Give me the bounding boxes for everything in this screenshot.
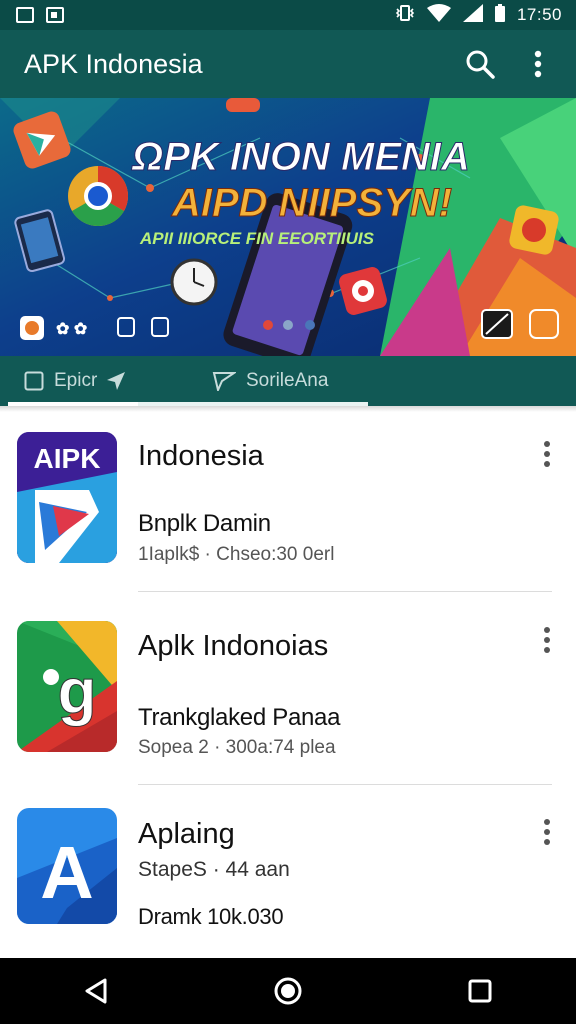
screenshot-icon [46,7,64,23]
carousel-dot-active[interactable] [263,320,273,330]
banner-artwork: ✿ ✿ ΩPK INON MENIA AIPD NIIPSYN! APII ΙΙ… [0,98,576,356]
app-title: Aplk Indonoias [138,630,329,662]
send-icon [107,372,126,390]
more-vert-icon [534,50,542,78]
app-subtitle: StapeS · 44 aan [138,858,290,881]
app-subtitle: Trankglaked Panaa [138,704,341,731]
recents-button[interactable] [450,961,510,1021]
app-meta: Sopea 2 · 300a:74 plea [138,737,336,758]
app-meta: 1Iaplk$ · Chseo:30 0erl [138,544,335,565]
flag-icon [212,372,236,391]
tab-bar: Epicr SorileAna [0,356,576,406]
more-options-button[interactable] [532,812,562,852]
recents-icon [468,979,492,1003]
status-bar: 17:50 [0,0,576,30]
notification-icon [16,7,34,23]
wifi-icon [426,3,451,27]
more-options-button[interactable] [532,434,562,474]
status-time: 17:50 [516,5,562,24]
divider [138,784,552,785]
tab-sorileana[interactable]: SorileAna [212,356,328,406]
app-meta: Dramk 10k.030 [138,904,284,929]
search-button[interactable] [458,42,502,86]
search-icon [466,50,495,79]
carousel-dot[interactable] [305,320,315,330]
home-button[interactable] [258,961,318,1021]
checkbox-icon [24,371,44,391]
banner-tagline: APII ΙΙΙORCE FIN EEORTIIUIS [139,229,375,248]
divider [138,591,552,592]
signal-icon [462,3,483,27]
app-subtitle: Bnplk Damin [138,510,271,537]
svg-text:✿ ✿: ✿ ✿ [56,321,87,338]
icon-text: A [40,831,93,914]
app-icon-apk: AIPK [17,432,117,563]
tab-epicr[interactable]: Epicr [24,356,126,406]
more-options-button[interactable] [532,620,562,660]
banner-headline-2: AIPD NIIPSYN! [171,181,452,225]
back-button[interactable] [66,961,126,1021]
app-title: Indonesia [138,440,264,472]
icon-text: AIPK [34,443,101,474]
battery-icon [494,3,505,27]
banner-headline-1: ΩPK INON MENIA [131,135,470,179]
promo-banner[interactable]: ✿ ✿ ΩPK INON MENIA AIPD NIIPSYN! APII ΙΙ… [0,98,576,356]
app-icon-g: g [17,621,117,752]
app-title: APK Indonesia [24,48,203,79]
list-item[interactable]: AIPK Indonesia Bnplk Damin 1Iaplk$ · Chs… [0,412,576,592]
carousel-dot[interactable] [283,320,293,330]
back-icon [85,978,107,1004]
vibrate-icon [395,4,415,27]
tab-label: Epicr [54,370,98,391]
home-icon [274,977,302,1005]
list-item[interactable]: g Aplk Indonoias Trankglaked Panaa Sopea… [0,600,576,784]
app-bar: APK Indonesia [0,30,576,98]
app-title: Aplaing [138,818,235,850]
list-item[interactable]: A Aplaing StapeS · 44 aan Dramk 10k.030 [0,792,576,958]
icon-text: g [57,655,96,727]
app-icon-a: A [17,808,117,924]
overflow-menu-button[interactable] [516,42,560,86]
tab-label: SorileAna [246,370,329,391]
navigation-bar [0,958,576,1024]
